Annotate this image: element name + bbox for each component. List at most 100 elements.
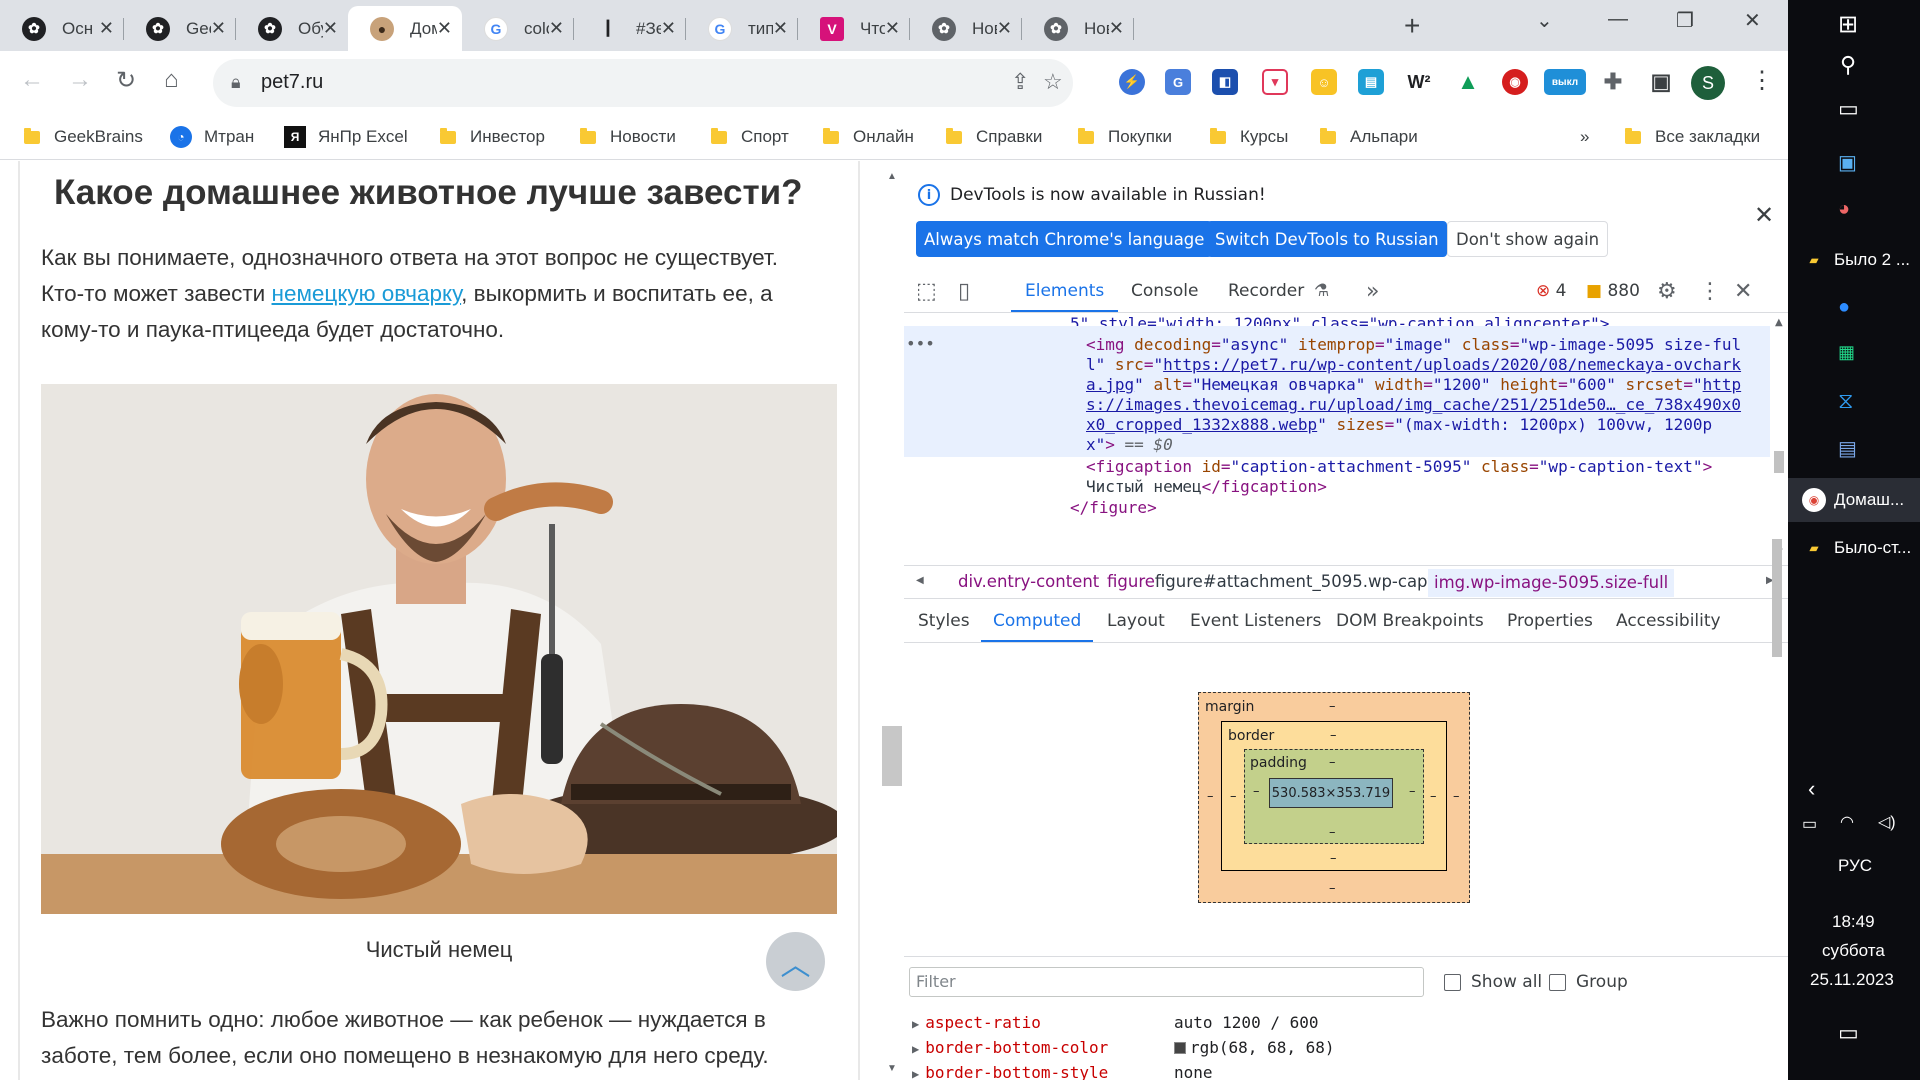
tab-8[interactable]: ✿ Нов ✕	[910, 6, 1022, 51]
computed-scrollbar-thumb[interactable]	[1772, 539, 1782, 657]
minimize-icon[interactable]: —	[1608, 8, 1628, 31]
volume-icon[interactable]: ◁)	[1878, 812, 1896, 832]
breadcrumb-left-icon[interactable]: ◀	[916, 575, 924, 586]
lock-icon[interactable]: 🔒︎	[231, 72, 241, 93]
box-model-padding[interactable]: padding – – – – 530.583×353.719	[1244, 749, 1424, 844]
tab-7[interactable]: V Что ✕	[798, 6, 910, 51]
dom-line[interactable]: <img decoding="async" itemprop="image" c…	[1086, 335, 1741, 355]
language-indicator[interactable]: РУС	[1838, 856, 1872, 876]
app-icon[interactable]: ◕	[1838, 198, 1850, 221]
dom-link[interactable]: a.jpg	[1086, 375, 1134, 394]
tab-dom-breakpoints[interactable]: DOM Breakpoints	[1336, 611, 1484, 631]
bookmark-folder[interactable]: Курсы	[1210, 123, 1288, 151]
close-tab-icon[interactable]: ✕	[997, 18, 1012, 39]
monitor-app-icon[interactable]: ▣	[1838, 150, 1857, 175]
bookmark-folder[interactable]: Покупки	[1078, 123, 1172, 151]
margin-bottom-value[interactable]: –	[1329, 881, 1336, 896]
always-match-language-button[interactable]: Always match Chrome's language	[916, 221, 1213, 257]
bookmark-folder[interactable]: Спорт	[711, 123, 789, 151]
dom-line[interactable]: Чистый немец</figcaption>	[1086, 477, 1327, 497]
dom-link[interactable]: s://images.thevoicemag.ru/upload/img_cac…	[1086, 395, 1741, 414]
padding-bottom-value[interactable]: –	[1329, 825, 1336, 840]
wifi-icon[interactable]: ◠	[1840, 812, 1854, 832]
breadcrumb-item[interactable]: div.entry-content	[958, 572, 1099, 591]
back-icon[interactable]: ←	[20, 66, 44, 94]
battery-icon[interactable]: ▭	[1802, 814, 1817, 834]
inspect-element-icon[interactable]: ⬚	[916, 279, 937, 304]
bookmark-star-icon[interactable]: ☆	[1043, 69, 1063, 95]
save-app-icon[interactable]: ▤	[1838, 436, 1857, 461]
scroll-to-top-button[interactable]: ︿	[766, 932, 825, 991]
profile-avatar[interactable]: S	[1691, 66, 1725, 100]
taskbar-item-active[interactable]: ◉ Домаш...	[1788, 478, 1920, 522]
taskbar-item[interactable]: ▰ Было-ст...	[1788, 526, 1920, 570]
windows-start-icon[interactable]: ⊞	[1838, 10, 1858, 39]
tab-1[interactable]: ✿ Geel ✕	[124, 6, 236, 51]
tab-console[interactable]: Console	[1131, 281, 1199, 301]
new-tab-button[interactable]: +	[1404, 10, 1420, 42]
close-tab-icon[interactable]: ✕	[549, 18, 564, 39]
box-model-margin[interactable]: margin – – – – border – – – – padding – …	[1198, 692, 1470, 903]
adblock-icon[interactable]: ◉	[1502, 69, 1528, 95]
notifications-icon[interactable]: ▭	[1838, 1020, 1859, 1046]
vscode-icon[interactable]: ⧖	[1838, 388, 1853, 414]
pocket-icon[interactable]: ▾	[1262, 69, 1288, 95]
extensions-puzzle-icon[interactable]: ✚	[1600, 69, 1626, 95]
dont-show-again-button[interactable]: Don't show again	[1447, 221, 1609, 257]
home-icon[interactable]: ⌂	[164, 66, 179, 94]
expand-icon[interactable]: ▶	[912, 1067, 919, 1080]
page-scrollbar[interactable]: ▲ ▼	[882, 161, 904, 1080]
scrollbar-thumb[interactable]	[882, 726, 902, 786]
scroll-up-icon[interactable]: ▲	[1775, 317, 1783, 328]
tab-computed[interactable]: Computed	[980, 611, 1094, 642]
tab-accessibility[interactable]: Accessibility	[1616, 611, 1721, 631]
url-text[interactable]: pet7.ru	[261, 71, 323, 94]
clock-time[interactable]: 18:49	[1832, 912, 1875, 932]
close-tab-icon[interactable]: ✕	[211, 18, 226, 39]
tab-styles[interactable]: Styles	[918, 611, 970, 631]
padding-top-value[interactable]: –	[1329, 755, 1336, 770]
scrollbar-thumb[interactable]	[1774, 451, 1784, 473]
dom-link[interactable]: https://pet7.ru/wp-content/uploads/2020/…	[1163, 355, 1741, 374]
switch-to-russian-button[interactable]: Switch DevTools to Russian	[1207, 221, 1447, 257]
dom-line[interactable]: a.jpg" alt="Немецкая овчарка" width="120…	[1086, 375, 1741, 395]
extension-icon[interactable]: ▤	[1358, 69, 1384, 95]
dom-line[interactable]: </figure>	[1070, 498, 1157, 518]
dom-line[interactable]: s://images.thevoicemag.ru/upload/img_cac…	[1086, 395, 1741, 415]
margin-top-value[interactable]: –	[1329, 699, 1336, 714]
tab-elements[interactable]: Elements	[1010, 281, 1119, 312]
margin-left-value[interactable]: –	[1207, 789, 1214, 804]
breadcrumb-item-selected[interactable]: img.wp-image-5095.size-full	[1428, 569, 1675, 597]
address-bar[interactable]: 🔒︎ pet7.ru ⇪ ☆	[213, 59, 1073, 107]
search-icon[interactable]: ⚲	[1840, 52, 1856, 78]
show-all-checkbox[interactable]: Show all	[1444, 972, 1542, 992]
warnings-badge[interactable]: ■ 880	[1586, 281, 1640, 301]
dom-line[interactable]: x"> == $0	[1086, 435, 1173, 455]
checkbox-box[interactable]	[1549, 973, 1566, 991]
tab-properties[interactable]: Properties	[1507, 611, 1593, 631]
close-tab-icon[interactable]: ✕	[773, 18, 788, 39]
border-bottom-value[interactable]: –	[1330, 851, 1337, 866]
extension-icon[interactable]: ⚡	[1119, 69, 1145, 95]
tab-layout[interactable]: Layout	[1107, 611, 1165, 631]
google-drive-icon[interactable]: ▲	[1455, 69, 1481, 95]
group-checkbox[interactable]: Group	[1549, 972, 1628, 992]
close-tab-icon[interactable]: ✕	[323, 18, 338, 39]
translate-extension-icon[interactable]: G	[1165, 69, 1191, 95]
filter-input[interactable]: Filter	[909, 967, 1424, 997]
chevron-left-icon[interactable]: ‹	[1808, 776, 1815, 802]
bookmark-folder[interactable]: Справки	[946, 123, 1042, 151]
scroll-up-icon[interactable]: ▲	[887, 171, 897, 182]
german-shepherd-link[interactable]: немецкую овчарку	[272, 281, 462, 306]
all-bookmarks-button[interactable]: Все закладки	[1625, 123, 1760, 151]
computed-property[interactable]: ▶ border-bottom-style none	[912, 1063, 1213, 1080]
pycharm-icon[interactable]: ▦	[1838, 342, 1855, 363]
close-tab-icon[interactable]: ✕	[661, 18, 676, 39]
bookmarks-overflow-button[interactable]: »	[1580, 123, 1589, 151]
tab-6[interactable]: G типı ✕	[686, 6, 798, 51]
tab-4[interactable]: G colo ✕	[462, 6, 574, 51]
margin-right-value[interactable]: –	[1453, 789, 1460, 804]
box-model-content[interactable]: 530.583×353.719	[1269, 778, 1393, 808]
tab-2[interactable]: ✿ Обу ✕	[236, 6, 348, 51]
border-right-value[interactable]: –	[1430, 789, 1437, 804]
